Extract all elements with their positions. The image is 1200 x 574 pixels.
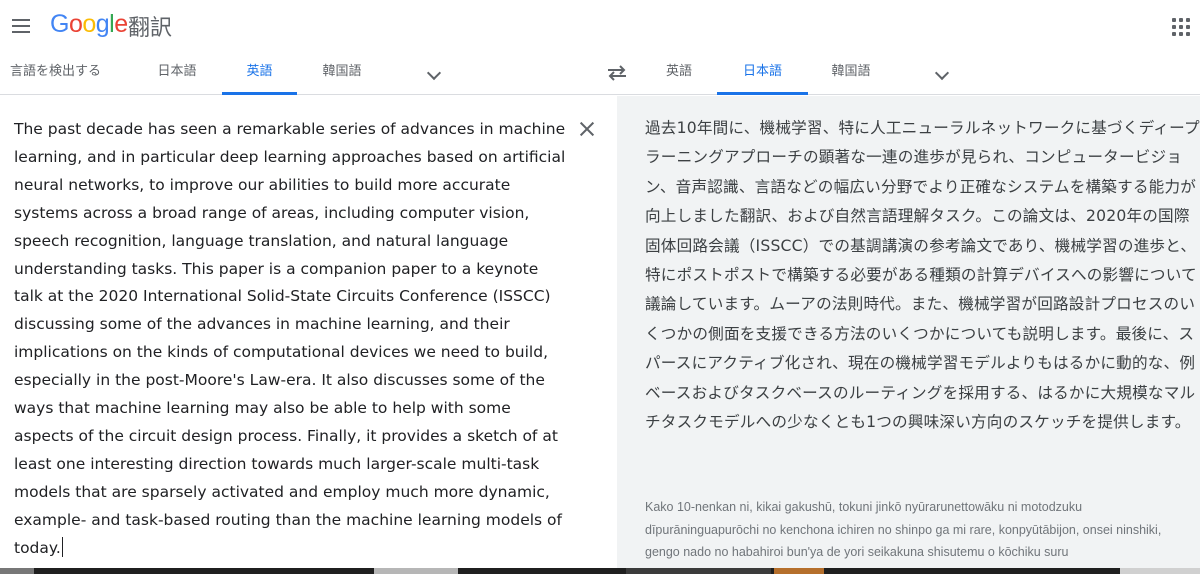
language-selector-bar: 言語を検出する 日本語 英語 韓国語 英語 日本語 韓国語: [0, 52, 1200, 95]
tab-target-korean[interactable]: 韓国語: [820, 52, 882, 95]
tab-source-japanese[interactable]: 日本語: [146, 52, 208, 95]
source-pane: The past decade has seen a remarkable se…: [0, 96, 617, 574]
hamburger-menu-icon[interactable]: [12, 16, 34, 34]
taskbar-strip: [0, 568, 1200, 574]
tab-target-japanese[interactable]: 日本語: [717, 52, 808, 95]
product-name: 翻訳: [128, 16, 173, 41]
tab-source-english[interactable]: 英語: [222, 52, 297, 95]
app-header: Google 翻訳: [0, 0, 1200, 52]
swap-languages-icon[interactable]: [606, 64, 628, 82]
close-icon[interactable]: [578, 120, 596, 138]
chevron-down-icon[interactable]: [934, 65, 950, 81]
tab-target-english[interactable]: 英語: [650, 52, 708, 95]
google-logo[interactable]: Google: [50, 10, 128, 39]
source-text-input[interactable]: The past decade has seen a remarkable se…: [14, 116, 569, 563]
romanization-text: Kako 10-nenkan ni, kikai gakushū, tokuni…: [645, 500, 1162, 559]
translation-pane: 過去10年間に、機械学習、特に人工ニューラルネットワークに基づくディープラーニン…: [617, 96, 1200, 574]
text-cursor: [61, 536, 63, 557]
chevron-down-icon[interactable]: [426, 65, 442, 81]
tab-detect-language[interactable]: 言語を検出する: [10, 52, 110, 95]
translated-text: 過去10年間に、機械学習、特に人工ニューラルネットワークに基づくディープラーニン…: [645, 119, 1200, 432]
apps-grid-icon[interactable]: [1172, 18, 1190, 36]
tab-source-korean[interactable]: 韓国語: [312, 52, 372, 95]
source-text: The past decade has seen a remarkable se…: [14, 120, 566, 557]
